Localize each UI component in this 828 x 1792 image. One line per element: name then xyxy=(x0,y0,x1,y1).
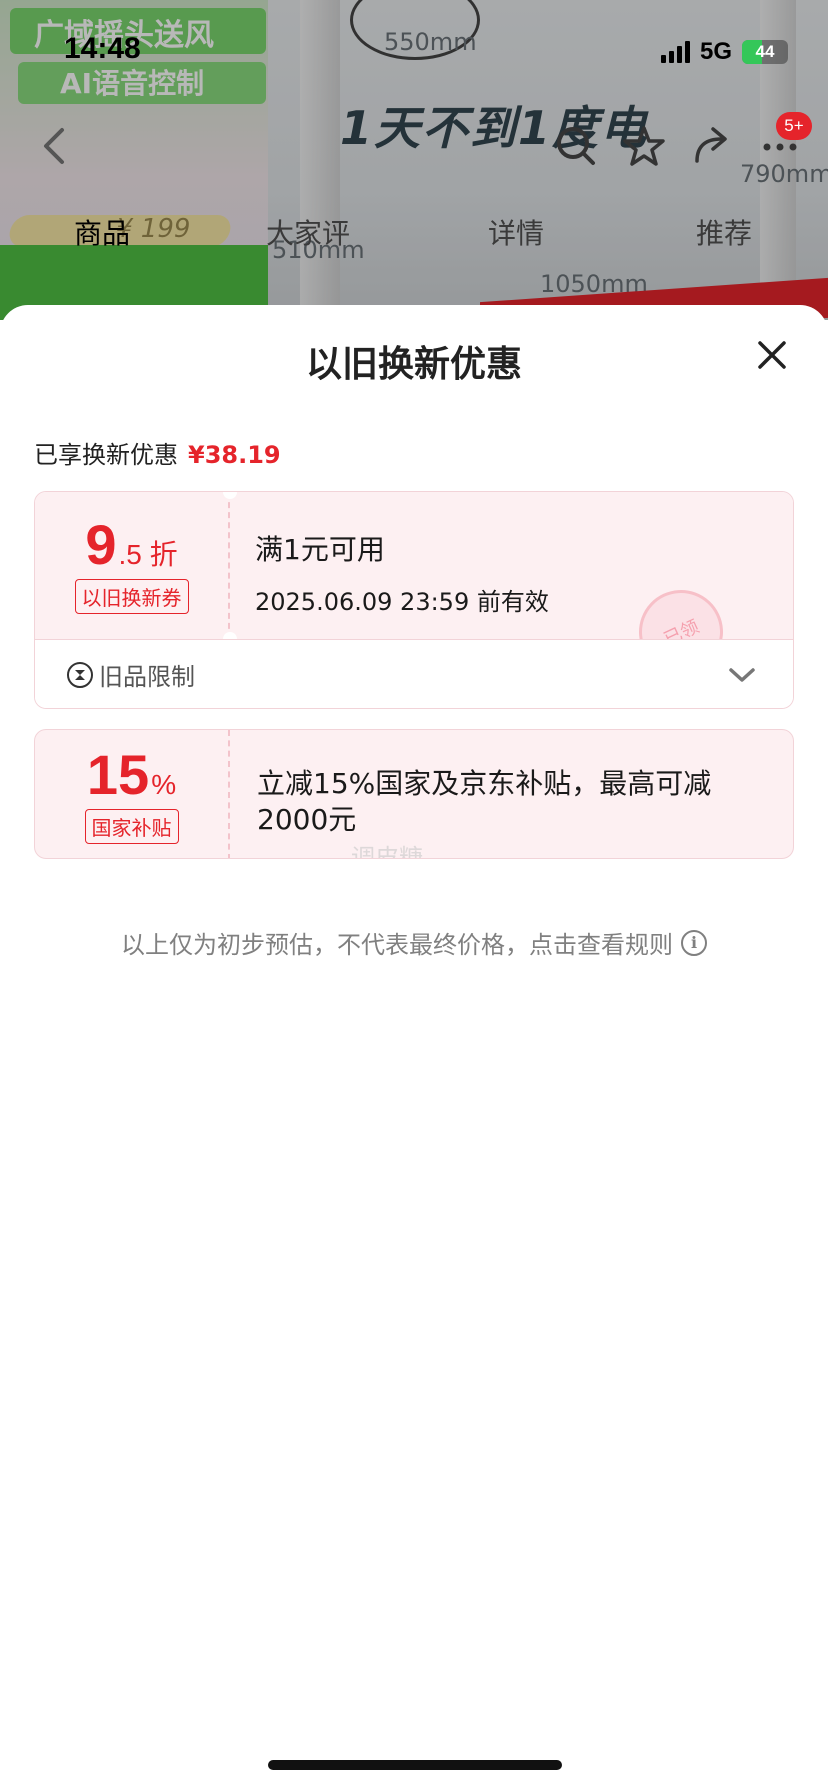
background-product-page: 广域摇头送风 AI语音控制 ¥ 199 1天不到1度电 550mm 790mm … xyxy=(0,0,828,320)
restriction-label: 旧品限制 xyxy=(99,663,195,691)
status-time: 14:48 xyxy=(64,32,141,65)
discount-value: 9 .5 折 xyxy=(85,517,177,573)
status-indicators: 5G 44 xyxy=(660,38,788,66)
tab-recommend[interactable]: 推荐 xyxy=(696,212,752,252)
footnote-text: 以上仅为初步预估，不代表最终价格，点击查看规则 xyxy=(121,931,673,959)
search-icon[interactable] xyxy=(550,120,602,172)
home-indicator[interactable] xyxy=(268,1760,562,1770)
product-tabs: 商品 大家评 详情 推荐 xyxy=(0,212,828,256)
subsidy-tag: 国家补贴 xyxy=(84,808,179,844)
coupon-info: 满1元可用 2025.06.09 23:59 前有效 xyxy=(255,528,549,617)
old-item-restriction-row[interactable]: 旧品限制 xyxy=(35,639,793,708)
discount-suffix: .5 折 xyxy=(118,539,178,570)
chevron-down-icon[interactable] xyxy=(727,660,757,690)
network-type: 5G xyxy=(699,38,732,65)
tab-details[interactable]: 详情 xyxy=(488,212,544,252)
enjoyed-label: 已享换新优惠 xyxy=(34,441,178,469)
discount-integer: 9 xyxy=(85,513,117,576)
restriction-icon xyxy=(67,661,93,688)
subsidy-value: 15 % 国家补贴 xyxy=(35,730,230,858)
close-icon[interactable] xyxy=(752,335,792,375)
favorite-star-icon[interactable] xyxy=(618,120,670,172)
tab-reviews[interactable]: 大家评 xyxy=(266,212,350,252)
coupon-validity: 2025.06.09 23:59 前有效 xyxy=(255,588,549,616)
signal-icon xyxy=(660,41,690,63)
enjoyed-discount: 已享换新优惠 ¥38.19 xyxy=(34,435,281,470)
trade-in-coupon-card: 9 .5 折 以旧换新券 满1元可用 2025.06.09 23:59 前有效 … xyxy=(34,491,794,709)
coupon-type-tag: 以旧换新券 xyxy=(74,579,189,614)
back-icon[interactable] xyxy=(28,120,80,172)
message-badge: 5+ xyxy=(776,112,812,140)
battery-level: 44 xyxy=(755,42,775,61)
subsidy-unit: % xyxy=(151,768,177,800)
rules-footnote[interactable]: 以上仅为初步预估，不代表最终价格，点击查看规则 i xyxy=(0,925,828,960)
tab-goods[interactable]: 商品 xyxy=(74,212,130,252)
sheet-title: 以旧换新优惠 xyxy=(305,344,522,385)
subsidy-percent: 15 % xyxy=(86,742,177,806)
info-icon[interactable]: i xyxy=(681,929,707,956)
battery-icon: 44 xyxy=(742,40,788,64)
subsidy-description: 立减15%国家及京东补贴，最高可减 2000元 xyxy=(257,767,712,836)
enjoyed-amount: ¥38.19 xyxy=(188,441,281,469)
coupon-condition: 满1元可用 xyxy=(255,533,385,566)
watermark-text: 调皮糖 xyxy=(351,844,423,859)
coupon-body: 9 .5 折 以旧换新券 满1元可用 2025.06.09 23:59 前有效 … xyxy=(35,492,793,688)
national-subsidy-card: 15 % 国家补贴 立减15%国家及京东补贴，最高可减 2000元 调皮糖 xyxy=(34,729,794,859)
trade-in-discount-sheet: 以旧换新优惠 已享换新优惠 ¥38.19 9 .5 折 以旧换新券 满1元可用 2… xyxy=(0,305,828,1792)
share-icon[interactable] xyxy=(686,120,738,172)
coupon-value: 9 .5 折 以旧换新券 xyxy=(35,492,230,639)
subsidy-number: 15 xyxy=(86,742,150,806)
